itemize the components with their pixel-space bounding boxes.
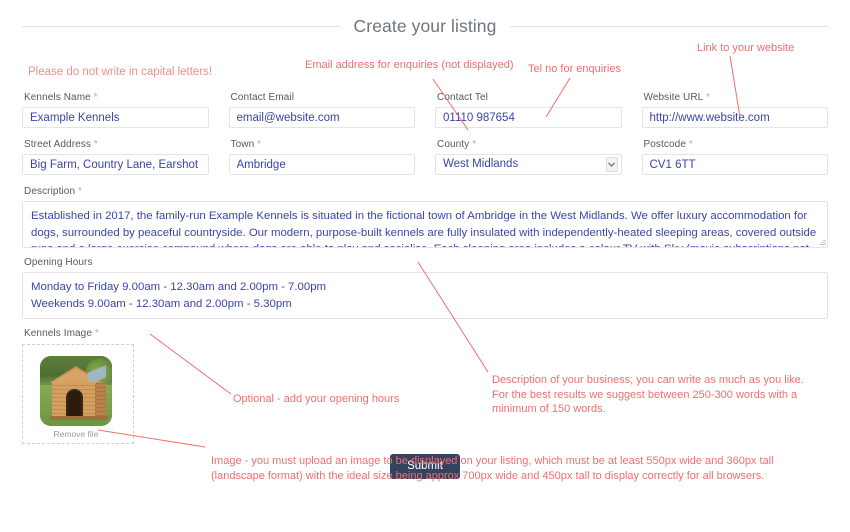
dog-kennel-photo-thumbnail[interactable] [40,356,112,426]
required-marker: * [93,92,98,103]
county-select-wrap: West Midlands [435,154,622,175]
postcode-label: Postcode * [643,139,693,150]
street-address-input[interactable] [22,154,209,175]
website-url-label: Website URL * [643,92,710,103]
county-select[interactable]: West Midlands [435,154,622,175]
annotation-website: Link to your website [697,42,795,54]
field-postcode: Postcode * [641,139,828,175]
kennels-name-label: Kennels Name * [24,92,98,103]
field-town: Town * [228,139,415,175]
kennels-name-input[interactable] [22,107,209,128]
contact-tel-input[interactable] [435,107,622,128]
required-marker: * [93,139,98,150]
form-row-address: Street Address * Town * County * West Mi… [22,139,828,175]
annotation-tel: Tel no for enquiries [528,63,621,75]
remove-file-link[interactable]: Remove file [40,429,112,439]
field-kennels-name: Kennels Name * [22,92,209,128]
header-rule-left [22,25,340,27]
listing-form: Please do not write in capital letters! … [0,66,850,479]
opening-hours-label: Opening Hours [24,257,93,268]
county-label: County * [437,139,477,150]
form-row-contact: Kennels Name * Contact Email Contact Tel… [22,92,828,128]
field-opening-hours: Opening Hours Monday to Friday 9.00am - … [22,257,828,319]
page-title: Create your listing [353,15,497,36]
image-dropzone[interactable]: Remove file [22,344,134,444]
annotation-opening-hours: Optional - add your opening hours [233,393,400,405]
required-marker: * [688,139,693,150]
required-marker: * [705,92,710,103]
postcode-input[interactable] [641,154,828,175]
opening-hours-wrap: Monday to Friday 9.00am - 12.30am and 2.… [22,272,828,319]
contact-email-label: Contact Email [230,92,295,103]
field-description: Description * Established in 2017, the f… [22,186,828,248]
annotation-email: Email address for enquiries (not display… [305,59,514,71]
website-url-input[interactable] [641,107,828,128]
street-address-label: Street Address * [24,139,98,150]
description-textarea[interactable]: Established in 2017, the family-run Exam… [22,201,828,248]
image-thumbnail-wrap: Remove file [40,356,112,439]
opening-hours-textarea[interactable]: Monday to Friday 9.00am - 12.30am and 2.… [22,272,828,319]
contact-email-input[interactable] [228,107,415,128]
description-label: Description * [24,186,83,197]
kennels-image-label: Kennels Image * [24,328,99,339]
contact-tel-label: Contact Tel [437,92,488,103]
field-contact-email: Contact Email [228,92,415,128]
required-marker: * [78,186,83,197]
field-county: County * West Midlands [435,139,622,175]
town-label: Town * [230,139,262,150]
annotation-description: Description of your business; you can wr… [492,374,804,415]
required-marker: * [257,139,262,150]
description-wrap: Established in 2017, the family-run Exam… [22,201,828,248]
town-input[interactable] [228,154,415,175]
field-website-url: Website URL * [641,92,828,128]
required-marker: * [94,328,99,339]
annotation-image: Image - you must upload an image to be d… [211,455,774,482]
field-street-address: Street Address * [22,139,209,175]
header-rule-right [510,25,828,27]
field-contact-tel: Contact Tel [435,92,622,128]
required-marker: * [472,139,477,150]
